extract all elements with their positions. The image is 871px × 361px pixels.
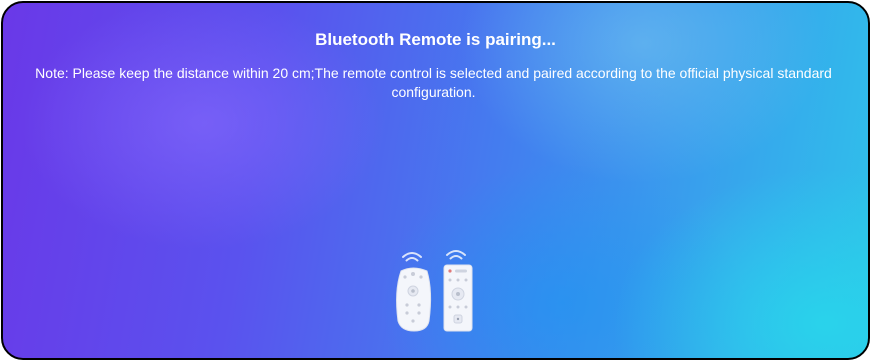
pairing-title: Bluetooth Remote is pairing... [315,30,556,49]
remote-rounded-icon [396,267,432,332]
remotes-illustration [383,243,493,335]
wifi-signal-icon [402,252,422,262]
pairing-screen: Bluetooth Remote is pairing... Note: Ple… [1,1,870,360]
pairing-note: Note: Please keep the distance within 20… [35,65,832,100]
remote-rectangular-icon [443,264,473,332]
wifi-signal-icon [446,250,466,260]
